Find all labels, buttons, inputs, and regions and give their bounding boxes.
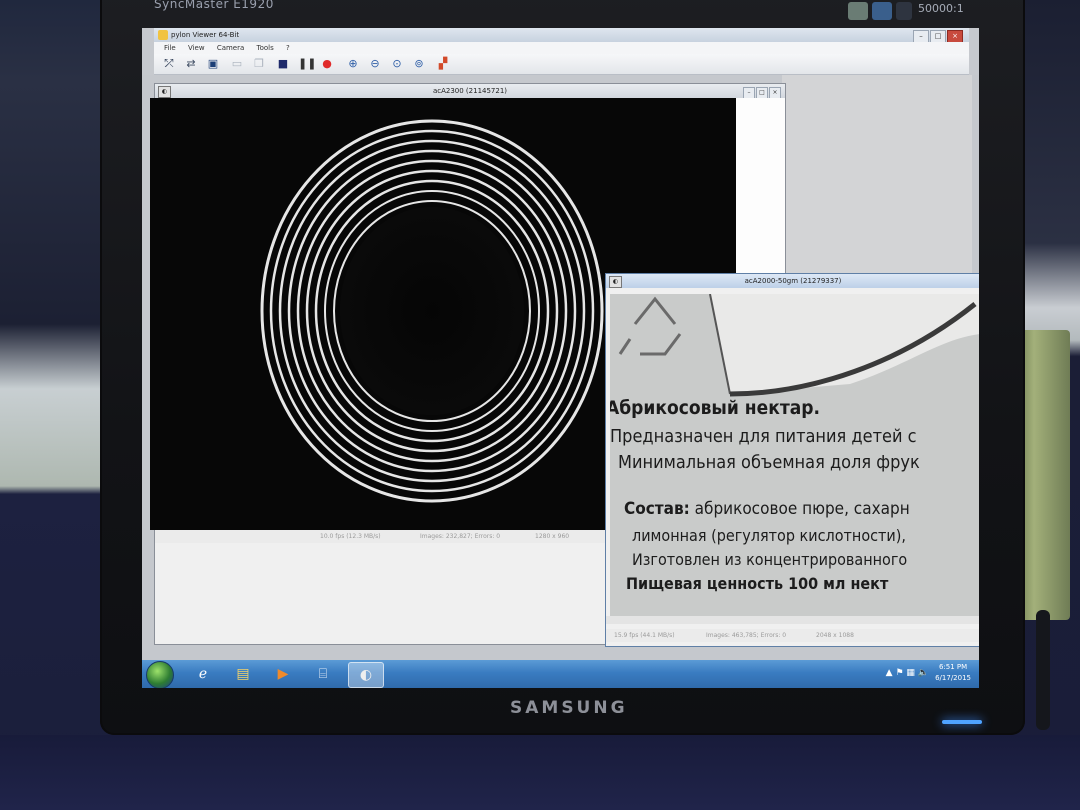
pylon-viewer-taskbar-icon[interactable]: ◐ xyxy=(348,662,384,688)
camera-window-1-title: acA2300 (21145721) xyxy=(432,87,508,95)
energy-badge-icon xyxy=(848,2,868,20)
record-icon[interactable]: ● xyxy=(320,57,334,71)
connect-icon[interactable]: ⇄ xyxy=(184,57,198,71)
menu-file[interactable]: File xyxy=(164,44,176,52)
camera-icon: ◐ xyxy=(609,276,622,288)
menu-tools[interactable]: Tools xyxy=(257,44,274,52)
app-title: pylon Viewer 64-Bit xyxy=(171,31,240,39)
app-title-bar[interactable]: pylon Viewer 64-Bit – □ × xyxy=(154,28,969,43)
clock-time: 6:51 PM xyxy=(938,663,968,671)
start-button[interactable] xyxy=(146,661,174,688)
packaging-line-7: Пищевая ценность 100 мл нект xyxy=(626,574,889,593)
packaging-line-2: Предназначен для питания детей с xyxy=(610,426,917,447)
camera-window-2[interactable]: ◐ acA2000-50gm (21279337) Абрикосовый не… xyxy=(605,273,979,647)
save-icon[interactable]: ▣ xyxy=(206,57,220,71)
camera-2-image[interactable]: Абрикосовый нектар. Предназначен для пит… xyxy=(610,294,979,616)
app-window-controls: – □ × xyxy=(912,29,963,43)
floor xyxy=(0,735,1080,810)
system-tray: ▲ ⚑ ▦ 🔈 xyxy=(886,668,929,678)
camera-window-2-title: acA2000-50gm (21279337) xyxy=(744,277,842,285)
window-icon[interactable]: ▭ xyxy=(230,57,244,71)
camera-2-images: Images: 463,785; Errors: 0 xyxy=(706,632,787,639)
ie-icon[interactable]: ℯ xyxy=(186,662,220,686)
camera-2-status-bar: 15.9 fps (44.1 MB/s) Images: 463,785; Er… xyxy=(606,629,979,642)
camera-window-1-title-bar[interactable]: ◐ acA2300 (21145721) – □ × xyxy=(155,84,785,99)
menu-help[interactable]: ? xyxy=(286,44,290,52)
camera-icon: ◐ xyxy=(158,86,171,98)
packaging-line-4: Состав: абрикосовое пюре, сахарн xyxy=(624,499,910,519)
mdi-workspace: ◐ acA2300 (21145721) – □ × 10.0 fps (12.… xyxy=(142,75,979,660)
zoom-fit-icon[interactable]: ⊙ xyxy=(390,57,404,71)
zoom-100-icon[interactable]: ⊚ xyxy=(412,57,426,71)
zoom-out-icon[interactable]: ⊖ xyxy=(368,57,382,71)
tray-expand-icon[interactable]: ▲ xyxy=(886,668,893,678)
monitor-brand-logo: SAMSUNG xyxy=(510,698,628,718)
screen: pylon Viewer 64-Bit – □ × File View Camera… xyxy=(142,28,979,688)
stop-icon[interactable]: ■ xyxy=(276,57,290,71)
bezel-badges: 50000:1 xyxy=(848,2,964,21)
star-badge-icon xyxy=(896,2,912,20)
camera-1-images: Images: 232,827; Errors: 0 xyxy=(420,533,501,540)
camera-2-resolution: 2048 x 1088 xyxy=(816,632,854,639)
packaging-composition-text: абрикосовое пюре, сахарн xyxy=(689,499,910,519)
taskbar: ℯ ▤ ▶ ⌸ ◐ ▲ ⚑ ▦ 🔈 6:51 PM 6/17/2015 xyxy=(142,660,979,688)
packaging-line-3: Минимальная объемная доля фрук xyxy=(618,452,920,473)
workspace-empty-area xyxy=(782,75,972,275)
monitor-model-label: SyncMaster E1920 xyxy=(154,0,274,11)
menu-bar: File View Camera Tools ? xyxy=(154,42,969,54)
camera-1-fps: 10.0 fps (12.3 MB/s) xyxy=(320,533,381,540)
media-player-icon[interactable]: ▶ xyxy=(266,662,300,686)
toolbar: ⤱ ⇄ ▣ ▭ ❐ ■ ❚❚ ● ⊕ ⊖ ⊙ ⊚ ▞ xyxy=(154,54,969,75)
clock[interactable]: 6:51 PM 6/17/2015 xyxy=(935,662,971,684)
power-led xyxy=(942,720,982,724)
color-icon[interactable]: ▞ xyxy=(436,57,450,71)
folder-icon[interactable]: ▤ xyxy=(226,662,260,686)
zoom-in-icon[interactable]: ⊕ xyxy=(346,57,360,71)
network-icon[interactable]: ▦ xyxy=(906,668,915,678)
packaging-line-1: Абрикосовый нектар. xyxy=(610,397,820,419)
camera-window-2-title-bar[interactable]: ◐ acA2000-50gm (21279337) xyxy=(606,274,979,288)
tco-badge-icon xyxy=(872,2,892,20)
camera-2-horizontal-scrollbar[interactable] xyxy=(606,616,979,624)
volume-icon[interactable]: 🔈 xyxy=(918,668,929,678)
camera-window-1-controls: – □ × xyxy=(742,85,781,99)
cable xyxy=(1036,610,1050,730)
disconnect-icon[interactable]: ⤱ xyxy=(162,57,176,71)
menu-camera[interactable]: Camera xyxy=(217,44,244,52)
network-app-icon[interactable]: ⌸ xyxy=(306,662,340,686)
menu-view[interactable]: View xyxy=(188,44,205,52)
app-icon xyxy=(158,30,168,40)
packaging-line-6: Изготовлен из концентрированного xyxy=(632,550,908,569)
clock-date: 6/17/2015 xyxy=(935,674,971,682)
contrast-ratio: 50000:1 xyxy=(918,2,964,15)
tile-icon[interactable]: ❐ xyxy=(252,57,266,71)
flag-icon[interactable]: ⚑ xyxy=(895,668,903,678)
camera-2-fps: 15.9 fps (44.1 MB/s) xyxy=(614,632,675,639)
packaging-composition-label: Состав: xyxy=(624,499,690,519)
packaging-line-5: лимонная (регулятор кислотности), xyxy=(632,526,906,545)
pause-icon[interactable]: ❚❚ xyxy=(298,57,316,71)
camera-1-resolution: 1280 x 960 xyxy=(535,533,570,540)
